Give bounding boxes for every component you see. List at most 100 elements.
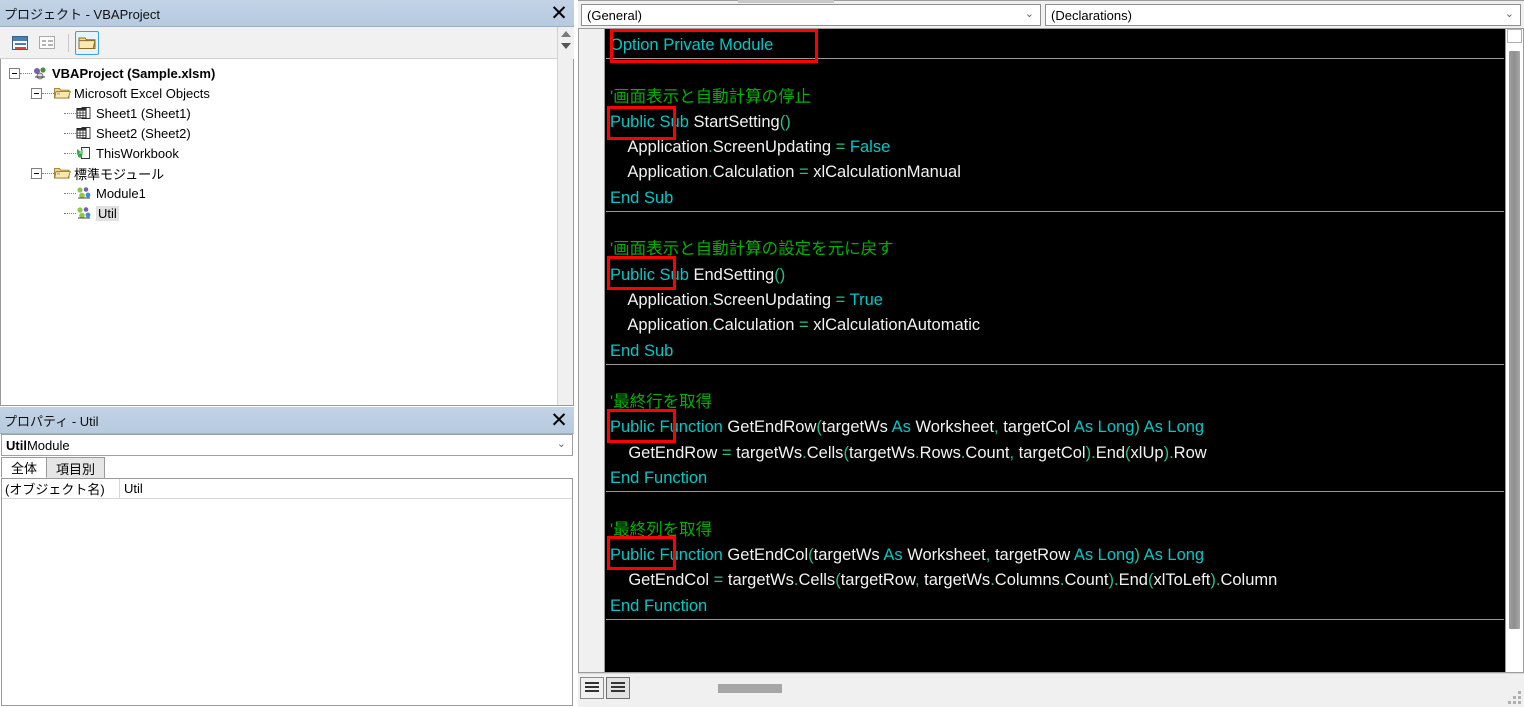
code-token: GetEndRow	[610, 443, 718, 462]
code-token: =	[713, 571, 724, 590]
scrollbar-thumb[interactable]	[1509, 51, 1520, 629]
code-token: Calculation	[712, 316, 795, 335]
code-token: EndSetting	[688, 265, 775, 284]
code-line[interactable]: Application.ScreenUpdating = True	[606, 288, 1504, 313]
code-token: Public	[610, 112, 655, 131]
code-line[interactable]: End Sub	[606, 186, 1504, 211]
tree-connector	[64, 212, 76, 214]
procedure-object-combo[interactable]: (General) ⌄	[581, 4, 1041, 26]
code-window-bottom-bar	[578, 673, 1524, 707]
scrollbar-top-box[interactable]	[1507, 29, 1522, 43]
code-token: ScreenUpdating	[712, 138, 832, 157]
resize-grip[interactable]	[1508, 691, 1522, 705]
code-token: As Long	[1073, 545, 1135, 564]
code-window-icon	[12, 35, 28, 50]
code-token: As Long	[1143, 545, 1205, 564]
code-token: Function	[659, 418, 723, 437]
procedure-separator	[606, 618, 1504, 620]
code-line[interactable]: Public Sub StartSetting()	[606, 110, 1504, 135]
procedure-list-combo[interactable]: (Declarations) ⌄	[1045, 4, 1521, 26]
code-token: As Long	[1073, 418, 1135, 437]
code-token: targetWs	[848, 443, 915, 462]
view-code-button[interactable]	[8, 31, 32, 55]
code-token: '画面表示と自動計算の設定を元に戻す	[610, 240, 894, 259]
hscrollbar-thumb[interactable]	[718, 684, 782, 693]
code-line[interactable]: Public Function GetEndRow(targetWs As Wo…	[606, 415, 1504, 440]
code-token: targetWs	[731, 443, 803, 462]
collapse-expander-icon[interactable]	[31, 87, 42, 99]
code-line[interactable]: Application.Calculation = xlCalculationA…	[606, 313, 1504, 338]
tree-item-util[interactable]: Util	[1, 203, 573, 223]
code-token: Row	[1173, 443, 1207, 462]
chevron-down-icon[interactable]: ⌄	[557, 437, 566, 450]
collapse-expander-icon[interactable]	[31, 167, 42, 179]
chevron-down-icon[interactable]: ⌄	[1505, 7, 1514, 20]
chevron-down-icon[interactable]: ⌄	[1025, 7, 1034, 20]
code-line[interactable]: GetEndCol = targetWs.Cells(targetRow, ta…	[606, 568, 1504, 593]
code-token: '最終列を取得	[610, 520, 713, 539]
code-line[interactable]: Application.Calculation = xlCalculationM…	[606, 160, 1504, 185]
folder-open-icon	[54, 167, 71, 178]
code-line[interactable]: Application.ScreenUpdating = False	[606, 135, 1504, 160]
code-line[interactable]: '最終列を取得	[606, 518, 1504, 543]
project-explorer-toolbar	[0, 27, 574, 59]
code-text[interactable]: Option Private Module '画面表示と自動計算の停止 Publi…	[606, 29, 1504, 672]
code-token: Column	[1220, 571, 1278, 590]
code-editor-area[interactable]: Option Private Module '画面表示と自動計算の停止 Publi…	[578, 28, 1524, 673]
code-line[interactable]: End Sub	[606, 339, 1504, 364]
code-line[interactable]	[606, 365, 1504, 390]
tree-item-label: Sheet2 (Sheet2)	[96, 125, 191, 141]
code-line[interactable]	[606, 492, 1504, 517]
tree-item--[interactable]: 標準モジュール	[1, 163, 573, 183]
tree-item-vbaproject-sample-xlsm-[interactable]: VBAProject (Sample.xlsm)	[1, 63, 573, 83]
code-token: True	[849, 290, 883, 309]
code-line[interactable]: '画面表示と自動計算の停止	[606, 85, 1504, 110]
code-line[interactable]: '画面表示と自動計算の設定を元に戻す	[606, 237, 1504, 262]
code-line[interactable]: Option Private Module	[606, 33, 1504, 58]
code-token: Public	[610, 265, 655, 284]
workbook-icon	[77, 146, 90, 159]
toggle-folders-button[interactable]	[75, 30, 99, 55]
project-tree-scrollbar[interactable]	[557, 59, 573, 405]
property-value[interactable]: Util	[120, 479, 572, 498]
code-line[interactable]: End Function	[606, 466, 1504, 491]
tree-item-thisworkbook[interactable]: ThisWorkbook	[1, 143, 573, 163]
code-line[interactable]	[606, 212, 1504, 237]
close-icon[interactable]: ✕	[548, 2, 570, 24]
code-token: xlCalculationAutomatic	[808, 316, 981, 335]
code-token: Sub	[659, 112, 689, 131]
code-line[interactable]	[606, 59, 1504, 84]
code-line[interactable]: Public Function GetEndCol(targetWs As Wo…	[606, 543, 1504, 568]
close-icon[interactable]: ✕	[548, 409, 570, 431]
object-selector-combo[interactable]: Util Module ⌄	[1, 434, 573, 456]
property-row[interactable]: (オブジェクト名) Util	[2, 479, 572, 499]
code-token: Worksheet	[910, 418, 995, 437]
collapse-expander-icon[interactable]	[9, 67, 20, 79]
code-line[interactable]: Public Sub EndSetting()	[606, 263, 1504, 288]
procedure-view-button[interactable]	[580, 677, 604, 699]
properties-tab-categorized[interactable]: 項目別	[46, 457, 106, 478]
code-horizontal-scrollbar[interactable]	[634, 677, 1506, 699]
code-line[interactable]: End Function	[606, 594, 1504, 619]
code-line[interactable]: GetEndRow = targetWs.Cells(targetWs.Rows…	[606, 441, 1504, 466]
properties-grid[interactable]: (オブジェクト名) Util	[1, 479, 573, 706]
code-margin-indicator-bar	[579, 29, 605, 672]
tree-item-sheet2-sheet2-[interactable]: Sheet2 (Sheet2)	[1, 123, 573, 143]
properties-tab-all[interactable]: 全体	[1, 457, 48, 478]
tree-connector	[42, 172, 54, 174]
code-line[interactable]: '最終行を取得	[606, 390, 1504, 415]
code-token: xlCalculationManual	[808, 163, 961, 182]
tree-item-module1[interactable]: Module1	[1, 183, 573, 203]
tree-item-microsoft-excel-objects[interactable]: Microsoft Excel Objects	[1, 83, 573, 103]
code-vertical-scrollbar[interactable]	[1505, 29, 1523, 672]
full-module-view-button[interactable]	[606, 677, 630, 699]
code-token: Count	[965, 443, 1010, 462]
project-tree[interactable]: VBAProject (Sample.xlsm) Microsoft Excel …	[0, 59, 574, 406]
left-docked-panes: プロジェクト - VBAProject ✕ VBAProject (Sample…	[0, 0, 574, 707]
view-object-button[interactable]	[35, 31, 59, 55]
code-token: xlToLeft	[1153, 571, 1211, 590]
folder-icon	[78, 37, 96, 49]
tree-item-sheet1-sheet1-[interactable]: Sheet1 (Sheet1)	[1, 103, 573, 123]
project-explorer-scroll-corner[interactable]	[557, 27, 574, 59]
project-explorer-titlebar: プロジェクト - VBAProject ✕	[0, 0, 574, 27]
